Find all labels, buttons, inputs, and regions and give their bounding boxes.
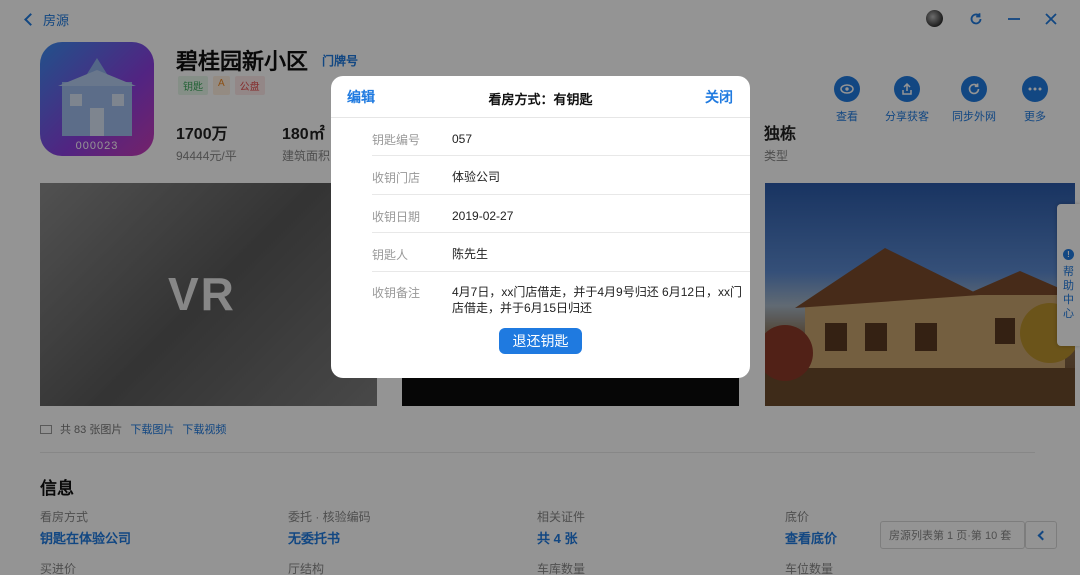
row-value: 2019-02-27 [452,209,514,223]
close-button[interactable]: 关闭 [705,87,733,107]
modal-row-remark: 收钥备注 4月7日，xx门店借走，并于4月9号归还 6月12日，xx门店借走，并… [372,272,750,322]
modal-row-store: 收钥门店 体验公司 [372,156,750,195]
key-viewing-modal: 编辑 看房方式：有钥匙 关闭 钥匙编号 057 收钥门店 体验公司 收钥日期 2… [331,76,750,378]
modal-row-key-number: 钥匙编号 057 [372,118,750,156]
row-label: 钥匙编号 [372,133,421,147]
return-key-button[interactable]: 退还钥匙 [499,328,582,354]
modal-title: 看房方式：有钥匙 [488,92,593,107]
row-value: 体验公司 [452,170,501,184]
row-label: 收钥日期 [372,210,421,224]
modal-row-key-holder: 钥匙人 陈先生 [372,233,750,272]
row-label: 钥匙人 [372,248,409,262]
row-label: 收钥备注 [372,286,421,300]
row-value: 057 [452,132,473,146]
modal-header: 编辑 看房方式：有钥匙 关闭 [331,76,750,118]
modal-row-date: 收钥日期 2019-02-27 [372,195,750,233]
row-value: 陈先生 [452,247,489,261]
row-label: 收钥门店 [372,171,421,185]
row-value: 4月7日，xx门店借走，并于4月9号归还 6月12日，xx门店借走，并于6月15… [452,285,743,315]
